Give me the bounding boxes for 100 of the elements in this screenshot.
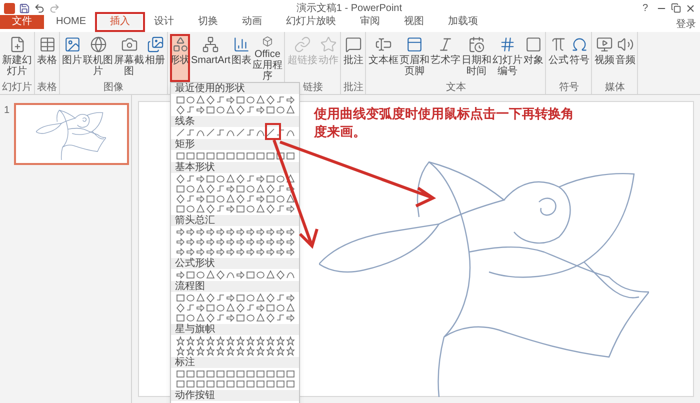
section-heading: 动作按钮 bbox=[171, 390, 299, 401]
ribbon-button[interactable]: SmartArt bbox=[191, 34, 230, 82]
ribbon-tab[interactable]: 切换 bbox=[186, 15, 230, 29]
image-icon bbox=[64, 36, 80, 53]
ribbon-button[interactable]: 批注 bbox=[343, 34, 364, 82]
file-tab[interactable]: 文件 bbox=[0, 15, 44, 29]
ribbon-button[interactable]: 新建幻灯片 bbox=[2, 34, 32, 82]
group-label: 表格 bbox=[37, 82, 57, 94]
shape-icons-drawing[interactable] bbox=[175, 128, 297, 138]
shape-icons-drawing[interactable] bbox=[175, 303, 297, 313]
globe-icon bbox=[90, 36, 106, 53]
shape-icons-drawing[interactable] bbox=[175, 194, 297, 204]
shape-icons-drawing[interactable] bbox=[175, 174, 297, 184]
new-slide-icon bbox=[8, 36, 26, 53]
shapes-icon bbox=[172, 36, 188, 53]
ribbon-button[interactable]: 视频 bbox=[594, 34, 614, 82]
shape-icons-drawing[interactable] bbox=[175, 237, 297, 247]
ribbon-tab[interactable]: 加载项 bbox=[436, 15, 490, 29]
ribbon-button[interactable]: 符号 bbox=[569, 34, 590, 82]
link-icon bbox=[294, 36, 311, 53]
group-label: 幻灯片 bbox=[2, 82, 32, 94]
help-button[interactable]: ? bbox=[638, 0, 652, 16]
group-label: 图像 bbox=[104, 82, 124, 94]
shape-icons-drawing[interactable] bbox=[175, 227, 297, 237]
group-label: 媒体 bbox=[604, 82, 625, 94]
shape-icons-drawing[interactable] bbox=[175, 105, 297, 115]
section-heading: 流程图 bbox=[171, 281, 299, 292]
group-label: 文本 bbox=[446, 82, 466, 94]
table-icon bbox=[38, 36, 56, 53]
shape-icons-drawing[interactable] bbox=[175, 247, 297, 257]
shape-icons-drawing[interactable] bbox=[175, 184, 297, 194]
account-link[interactable]: 登录 bbox=[676, 18, 696, 32]
ribbon-button[interactable]: 页眉和页脚 bbox=[399, 34, 430, 82]
slide-number: 1 bbox=[4, 104, 10, 118]
star-icon bbox=[320, 36, 337, 53]
shape-icons-drawing[interactable] bbox=[175, 369, 297, 379]
section-heading: 基本形状 bbox=[171, 162, 299, 173]
ribbon-button[interactable]: 相册 bbox=[145, 34, 165, 82]
ribbon-button[interactable]: 文本框 bbox=[368, 34, 398, 82]
slide-thumbnail[interactable] bbox=[14, 103, 129, 165]
video-icon bbox=[596, 36, 613, 53]
group-label: 链接 bbox=[302, 82, 323, 94]
bar-chart-icon bbox=[232, 36, 250, 53]
undo-icon[interactable] bbox=[34, 2, 45, 14]
diagram-icon bbox=[202, 36, 220, 53]
ribbon-tab[interactable]: 审阅 bbox=[348, 15, 392, 29]
shape-icons-drawing[interactable] bbox=[175, 379, 297, 389]
section-heading: 矩形 bbox=[171, 139, 299, 150]
window-title: 演示文稿1 - PowerPoint bbox=[295, 2, 404, 16]
speaker-icon bbox=[616, 36, 634, 53]
section-heading: 标注 bbox=[171, 357, 299, 368]
section-heading: 公式形状 bbox=[171, 258, 299, 269]
text-box-icon bbox=[374, 36, 392, 53]
calendar-clock-icon bbox=[468, 36, 485, 53]
ribbon-button[interactable]: 图片 bbox=[62, 34, 82, 82]
ribbon-button[interactable]: 音频 bbox=[615, 34, 636, 82]
section-heading: 星与旗帜 bbox=[171, 324, 299, 335]
comment-icon bbox=[344, 36, 362, 53]
ribbon-button[interactable]: 表格 bbox=[37, 34, 57, 82]
ribbon-button[interactable]: 艺术字 bbox=[430, 34, 460, 82]
square-icon bbox=[524, 36, 542, 53]
page-header-icon bbox=[406, 36, 423, 53]
section-heading: 线条 bbox=[171, 116, 299, 127]
ribbon-button[interactable]: 联机图片 bbox=[83, 34, 113, 82]
ribbon-tab[interactable]: 动画 bbox=[230, 15, 274, 29]
ribbon-tab[interactable]: 幻灯片放映 bbox=[274, 15, 348, 29]
shape-icons-drawing[interactable] bbox=[175, 293, 297, 303]
shape-icons-drawing[interactable] bbox=[175, 313, 297, 323]
images-icon bbox=[146, 36, 164, 53]
save-icon[interactable] bbox=[19, 2, 30, 14]
shape-icons-drawing[interactable] bbox=[175, 336, 297, 346]
app-logo-icon bbox=[4, 2, 15, 14]
section-heading: 箭头总汇 bbox=[171, 215, 299, 226]
ribbon-tab[interactable]: 视图 bbox=[392, 15, 436, 29]
annotation-text: 使用曲线变弧度时使用鼠标点击一下再转换角度来画。 bbox=[314, 106, 575, 142]
shape-icons-drawing[interactable] bbox=[175, 151, 297, 161]
ribbon-button[interactable]: 幻灯片编号 bbox=[492, 34, 522, 82]
ribbon-button[interactable]: 日期和时间 bbox=[461, 34, 492, 82]
rose-drawing bbox=[36, 108, 106, 160]
camera-icon bbox=[120, 36, 138, 53]
group-label: 符号 bbox=[558, 82, 579, 94]
shape-icons-drawing[interactable] bbox=[175, 204, 297, 214]
group-label: 批注 bbox=[343, 82, 364, 94]
hash-icon bbox=[498, 36, 516, 53]
section-heading: 最近使用的形状 bbox=[171, 83, 299, 94]
pi-icon bbox=[550, 36, 567, 53]
restore-icon[interactable] bbox=[671, 3, 681, 13]
ribbon-button[interactable]: 图表 bbox=[231, 34, 252, 82]
shape-icons-drawing[interactable] bbox=[175, 346, 297, 356]
omega-icon bbox=[570, 36, 588, 53]
shape-icons-drawing[interactable] bbox=[175, 95, 297, 105]
ribbon-button[interactable]: Office 应用程序 bbox=[252, 34, 282, 82]
ribbon-button[interactable]: 公式 bbox=[548, 34, 568, 82]
shape-icons-drawing[interactable] bbox=[175, 270, 297, 280]
ribbon-button[interactable]: 屏幕截图 bbox=[114, 34, 144, 82]
close-icon[interactable] bbox=[685, 2, 696, 14]
ribbon-tab[interactable]: HOME bbox=[44, 15, 98, 29]
ribbon-tab[interactable]: 插入 bbox=[98, 15, 142, 29]
ribbon-tab[interactable]: 设计 bbox=[142, 15, 186, 29]
ribbon-button[interactable]: 对象 bbox=[523, 34, 544, 82]
